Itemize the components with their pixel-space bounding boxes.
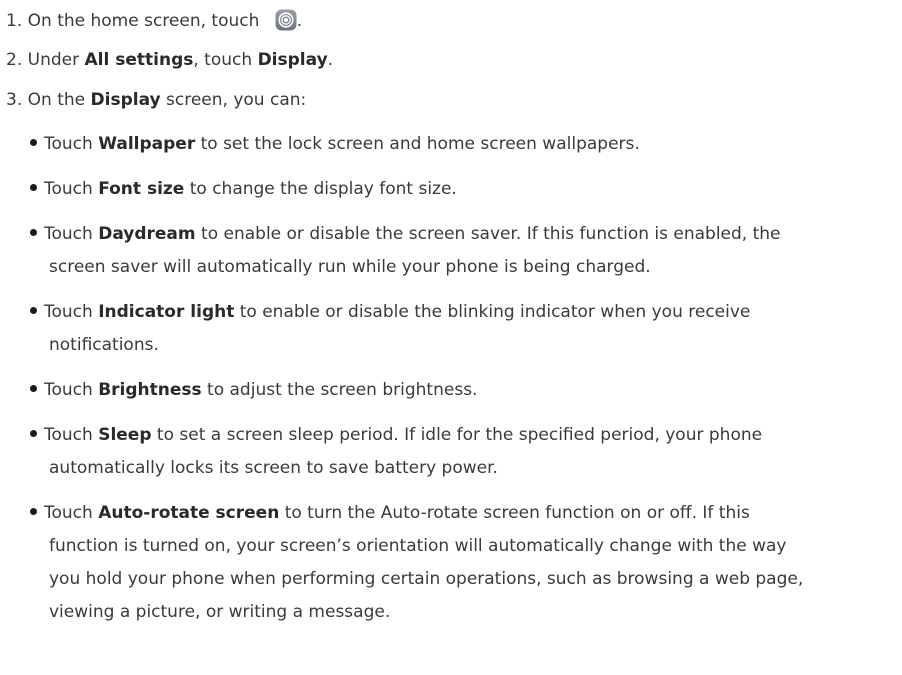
step-number: 1. (6, 11, 23, 31)
touch-word: Touch (44, 425, 93, 445)
bullet-text: to change the display font size. (184, 179, 457, 199)
list-item-sleep: Touch Sleep to set a screen sleep period… (30, 424, 762, 446)
list-item-continuation: viewing a picture, or writing a message. (49, 602, 391, 622)
bullet-dot (30, 384, 37, 392)
step-2: 2. Under All settings, touch Display. (6, 49, 333, 71)
bold-term: Indicator light (98, 302, 235, 322)
bullet-dot (30, 138, 37, 146)
bullet-dot (30, 507, 37, 515)
touch-word: Touch (44, 224, 93, 244)
list-item-continuation: screen saver will automatically run whil… (49, 257, 651, 277)
list-item-continuation: automatically locks its screen to save b… (49, 458, 498, 478)
step-text-mid: , touch (193, 50, 258, 70)
step-1: 1. On the home screen, touch . (6, 9, 302, 32)
bullet-dot (30, 306, 37, 314)
list-item-indicator-light: Touch Indicator light to enable or disab… (30, 301, 750, 323)
touch-word: Touch (44, 503, 93, 523)
step-text-end: . (327, 50, 334, 70)
bold-all-settings: All settings (84, 50, 194, 70)
bold-term: Font size (98, 179, 185, 199)
touch-word: Touch (44, 302, 93, 322)
bullet-text: to enable or disable the blinking indica… (234, 302, 751, 322)
step-text-end: . (296, 11, 303, 31)
bold-term: Brightness (98, 380, 202, 400)
step-number: 3. (6, 90, 23, 110)
list-item-auto-rotate-screen: Touch Auto-rotate screen to turn the Aut… (30, 502, 750, 524)
list-item-daydream: Touch Daydream to enable or disable the … (30, 223, 781, 245)
bullet-text: to turn the Auto-rotate screen function … (279, 503, 750, 523)
document: 1. On the home screen, touch . 2. Under … (0, 0, 902, 675)
bold-term: Wallpaper (98, 134, 196, 154)
bullet-dot (30, 228, 37, 236)
step-text: On the home screen, touch (27, 11, 260, 31)
step-number: 2. (6, 50, 23, 70)
list-item-continuation: function is turned on, your screen’s ori… (49, 536, 787, 556)
list-item-wallpaper: Touch Wallpaper to set the lock screen a… (30, 133, 640, 155)
list-item-continuation: you hold your phone when performing cert… (49, 569, 804, 589)
bold-display: Display (90, 90, 161, 110)
touch-word: Touch (44, 380, 93, 400)
bold-term: Auto-rotate screen (98, 503, 280, 523)
list-item-continuation: notifications. (49, 335, 159, 355)
bullet-text: to set the lock screen and home screen w… (195, 134, 640, 154)
step-text-end: screen, you can: (160, 90, 307, 110)
bold-display: Display (257, 50, 328, 70)
bullet-text: to adjust the screen brightness. (201, 380, 478, 400)
step-text: Under (27, 50, 85, 70)
step-3: 3. On the Display screen, you can: (6, 89, 306, 111)
bullet-text: to enable or disable the screen saver. I… (195, 224, 781, 244)
bullet-dot (30, 183, 37, 191)
settings-gear-icon (275, 9, 297, 31)
list-item-brightness: Touch Brightness to adjust the screen br… (30, 379, 477, 401)
touch-word: Touch (44, 179, 93, 199)
step-text: On the (27, 90, 91, 110)
bold-term: Sleep (98, 425, 152, 445)
touch-word: Touch (44, 134, 93, 154)
bullet-dot (30, 429, 37, 437)
list-item-font-size: Touch Font size to change the display fo… (30, 178, 457, 200)
bullet-text: to set a screen sleep period. If idle fo… (151, 425, 763, 445)
bold-term: Daydream (98, 224, 196, 244)
